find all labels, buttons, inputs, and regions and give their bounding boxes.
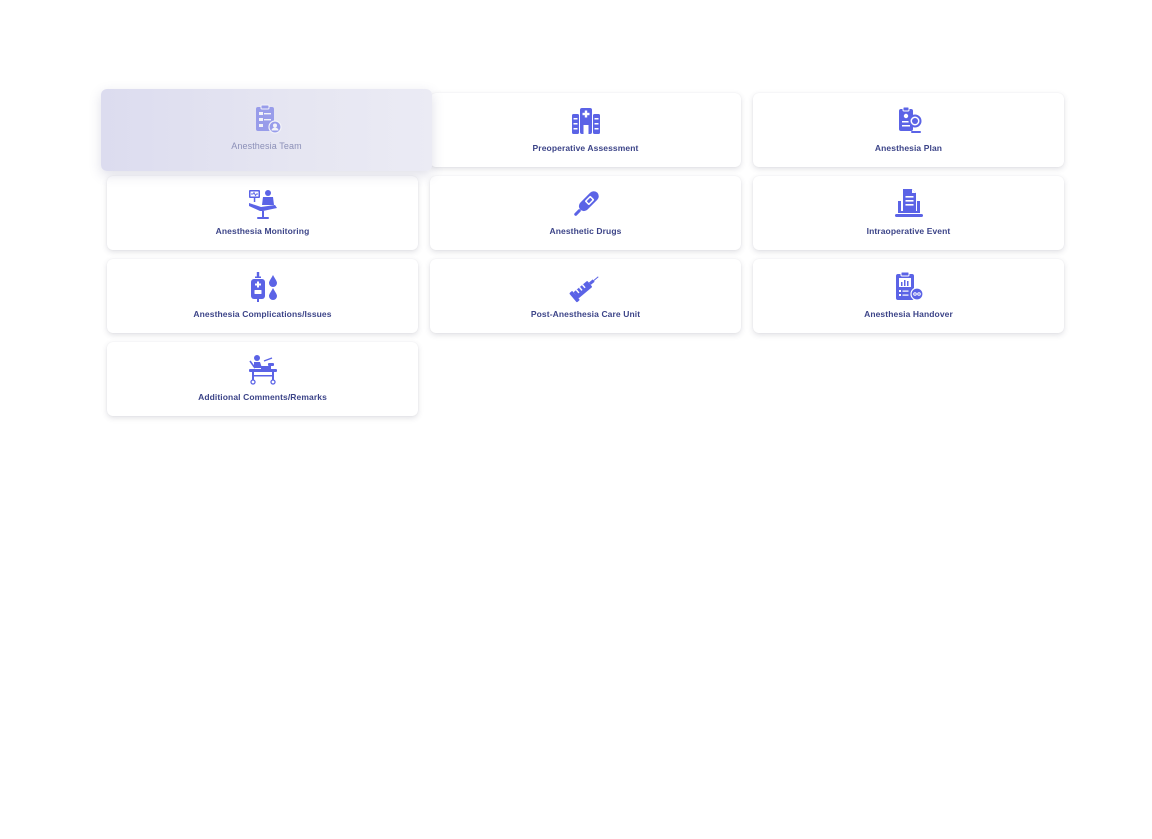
card-label: Anesthesia Team [231,141,302,151]
thermometer-icon [569,187,603,221]
card-label: Intraoperative Event [866,226,951,236]
card-anesthesia-team[interactable]: Anesthesia Team [101,89,432,171]
card-anesthetic-drugs[interactable]: Anesthetic Drugs [430,176,741,250]
clipboard-person-icon [250,102,284,136]
anesthesia-section-grid: Anesthesia Team Preoperative Assessment [101,89,1065,416]
laptop-document-icon [892,187,926,221]
card-label: Post-Anesthesia Care Unit [530,309,641,319]
hospital-building-icon [569,104,603,138]
card-label: Anesthesia Plan [874,143,943,153]
card-additional-comments[interactable]: Additional Comments/Remarks [107,342,418,416]
card-label: Anesthesia Handover [864,309,953,319]
card-post-anesthesia-care-unit[interactable]: Post-Anesthesia Care Unit [430,259,741,333]
card-label: Preoperative Assessment [532,143,639,153]
card-anesthesia-monitoring[interactable]: Anesthesia Monitoring [107,176,418,250]
card-anesthesia-plan[interactable]: Anesthesia Plan [753,93,1064,167]
card-label: Additional Comments/Remarks [198,392,327,402]
card-intraoperative-event[interactable]: Intraoperative Event [753,176,1064,250]
iv-bag-drops-icon [246,270,280,304]
card-label: Anesthesia Monitoring [215,226,310,236]
clipboard-search-icon [892,104,926,138]
card-anesthesia-handover[interactable]: Anesthesia Handover [753,259,1064,333]
patient-monitor-icon [246,187,280,221]
card-anesthesia-complications[interactable]: Anesthesia Complications/Issues [107,259,418,333]
stretcher-patient-icon [246,353,280,387]
card-preoperative-assessment[interactable]: Preoperative Assessment [430,93,741,167]
syringe-icon [569,270,603,304]
clipboard-chart-icon [892,270,926,304]
card-label: Anesthetic Drugs [549,226,622,236]
card-label: Anesthesia Complications/Issues [193,309,332,319]
